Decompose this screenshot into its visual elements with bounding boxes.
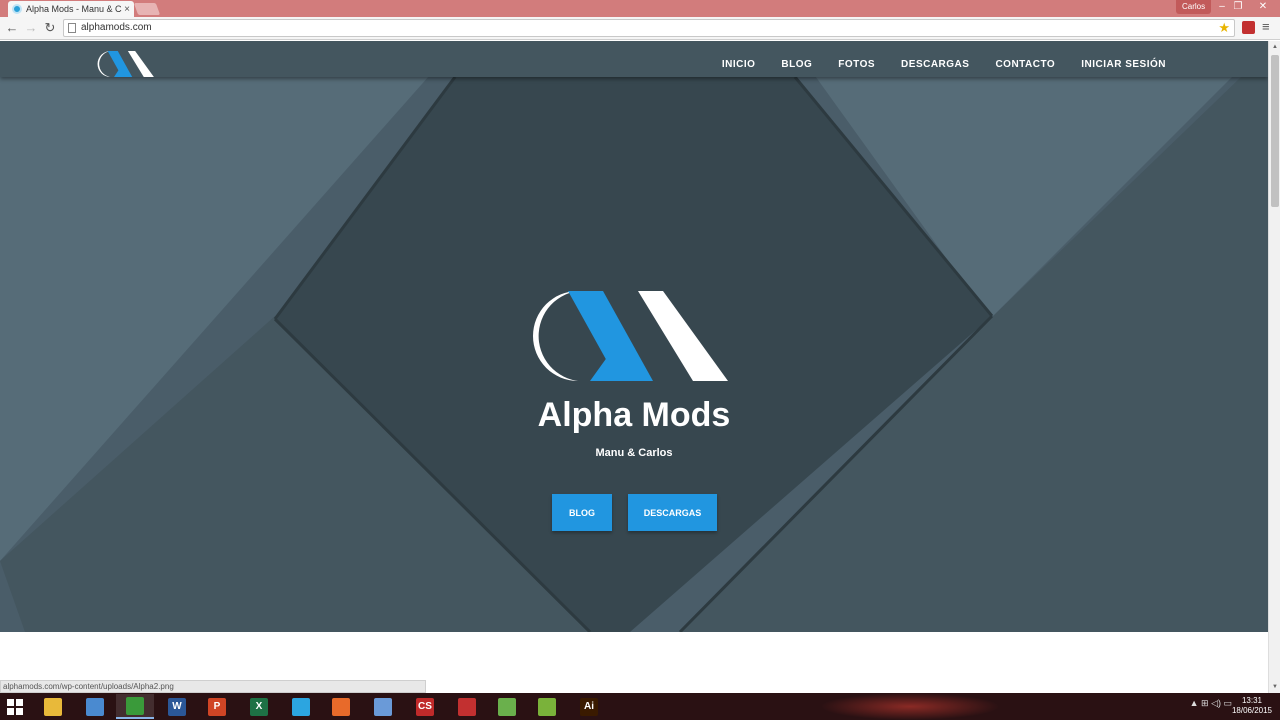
- taskbar-item[interactable]: [116, 694, 154, 719]
- page-icon: [68, 23, 76, 33]
- sketchup-icon: [458, 697, 476, 716]
- hero-section: INICIO BLOG FOTOS DESCARGAS CONTACTO INI…: [0, 41, 1268, 632]
- browser-title-bar: Alpha Mods - Manu & Ca × Carlos – ❐ ✕: [0, 0, 1280, 17]
- new-tab-button[interactable]: [133, 3, 161, 15]
- system-tray-icons[interactable]: ▲ ⊞ ◁) ▭: [1190, 698, 1232, 709]
- site-logo-icon[interactable]: [94, 51, 156, 77]
- nav-iniciar-sesion[interactable]: INICIAR SESIÓN: [1081, 59, 1166, 70]
- browser-toolbar: ← → ↻ alphamods.com ★: [0, 17, 1280, 40]
- windows-taskbar: W P X CS Ai ▲ ⊞ ◁) ▭ 13:31 18/06/2015: [0, 693, 1280, 720]
- address-bar[interactable]: alphamods.com ★: [63, 19, 1235, 37]
- app-icon-orange: [332, 697, 350, 716]
- scroll-down-icon[interactable]: ▼: [1269, 681, 1280, 693]
- reload-icon[interactable]: ↻: [41, 19, 59, 37]
- scroll-up-icon[interactable]: ▲: [1269, 41, 1280, 53]
- blog-button[interactable]: BLOG: [552, 494, 612, 531]
- telegram-icon: [292, 697, 310, 716]
- hero-subtitle: Manu & Carlos: [595, 447, 673, 459]
- chrome-menu-icon[interactable]: ≡: [1262, 19, 1270, 34]
- wallpaper-glow: [820, 693, 1000, 720]
- nav-fotos[interactable]: FOTOS: [838, 59, 875, 70]
- eagle-icon: CS: [416, 697, 434, 716]
- minimize-icon[interactable]: –: [1214, 0, 1230, 14]
- page-viewport: INICIO BLOG FOTOS DESCARGAS CONTACTO INI…: [0, 41, 1268, 693]
- taskbar-item[interactable]: [364, 694, 402, 719]
- powerpoint-icon: P: [208, 697, 226, 716]
- forward-icon[interactable]: →: [22, 19, 40, 37]
- tab-close-icon[interactable]: ×: [124, 4, 130, 15]
- taskbar-item[interactable]: [34, 694, 72, 719]
- taskbar-item[interactable]: W: [158, 694, 196, 719]
- start-button-icon[interactable]: [7, 699, 23, 715]
- back-icon[interactable]: ←: [3, 19, 21, 37]
- nav-inicio[interactable]: INICIO: [722, 59, 756, 70]
- illustrator-icon: Ai: [580, 697, 598, 716]
- word-icon: W: [168, 697, 186, 716]
- page-scrollbar[interactable]: ▲ ▼: [1268, 41, 1280, 693]
- clock-time: 13:31: [1241, 696, 1263, 705]
- nav-contacto[interactable]: CONTACTO: [995, 59, 1055, 70]
- bookmark-star-icon[interactable]: ★: [1218, 20, 1230, 36]
- taskbar-item[interactable]: X: [240, 694, 278, 719]
- taskbar-item[interactable]: Ai: [570, 694, 608, 719]
- scroll-thumb[interactable]: [1271, 55, 1279, 207]
- browser-tab[interactable]: Alpha Mods - Manu & Ca ×: [8, 1, 134, 17]
- taskbar-item[interactable]: [528, 694, 566, 719]
- main-nav: INICIO BLOG FOTOS DESCARGAS CONTACTO INI…: [722, 59, 1166, 70]
- file-explorer-icon: [44, 697, 62, 716]
- hero-logo-icon: [533, 291, 728, 381]
- restore-icon[interactable]: ❐: [1230, 0, 1246, 14]
- chrome-icon: [126, 696, 144, 715]
- site-header: INICIO BLOG FOTOS DESCARGAS CONTACTO INI…: [0, 41, 1268, 77]
- taskbar-item[interactable]: [322, 694, 360, 719]
- address-url[interactable]: alphamods.com: [81, 22, 152, 33]
- extension-icon[interactable]: [1242, 21, 1255, 34]
- taskbar-item[interactable]: [76, 694, 114, 719]
- taskbar-item[interactable]: P: [198, 694, 236, 719]
- taskbar-item[interactable]: [448, 694, 486, 719]
- system-clock[interactable]: 13:31 18/06/2015: [1230, 696, 1274, 716]
- clock-date: 18/06/2015: [1231, 706, 1273, 715]
- nav-blog[interactable]: BLOG: [781, 59, 812, 70]
- taskbar-item[interactable]: [282, 694, 320, 719]
- status-bar-url: alphamods.com/wp-content/uploads/Alpha2.…: [0, 680, 426, 693]
- excel-icon: X: [250, 697, 268, 716]
- taskbar-item[interactable]: CS: [406, 694, 444, 719]
- window-close-icon[interactable]: ✕: [1255, 0, 1271, 14]
- downloads-button[interactable]: DESCARGAS: [628, 494, 717, 531]
- nav-descargas[interactable]: DESCARGAS: [901, 59, 969, 70]
- site-favicon-icon: [12, 4, 22, 14]
- hero-title: Alpha Mods: [537, 396, 731, 434]
- virtualbox-icon: [374, 697, 392, 716]
- profile-user-name[interactable]: Carlos: [1176, 0, 1212, 14]
- app-icon-green: [538, 697, 556, 716]
- control-panel-icon: [86, 697, 104, 716]
- android-studio-icon: [498, 697, 516, 716]
- taskbar-item[interactable]: [488, 694, 526, 719]
- tab-title: Alpha Mods - Manu & Ca: [26, 4, 123, 14]
